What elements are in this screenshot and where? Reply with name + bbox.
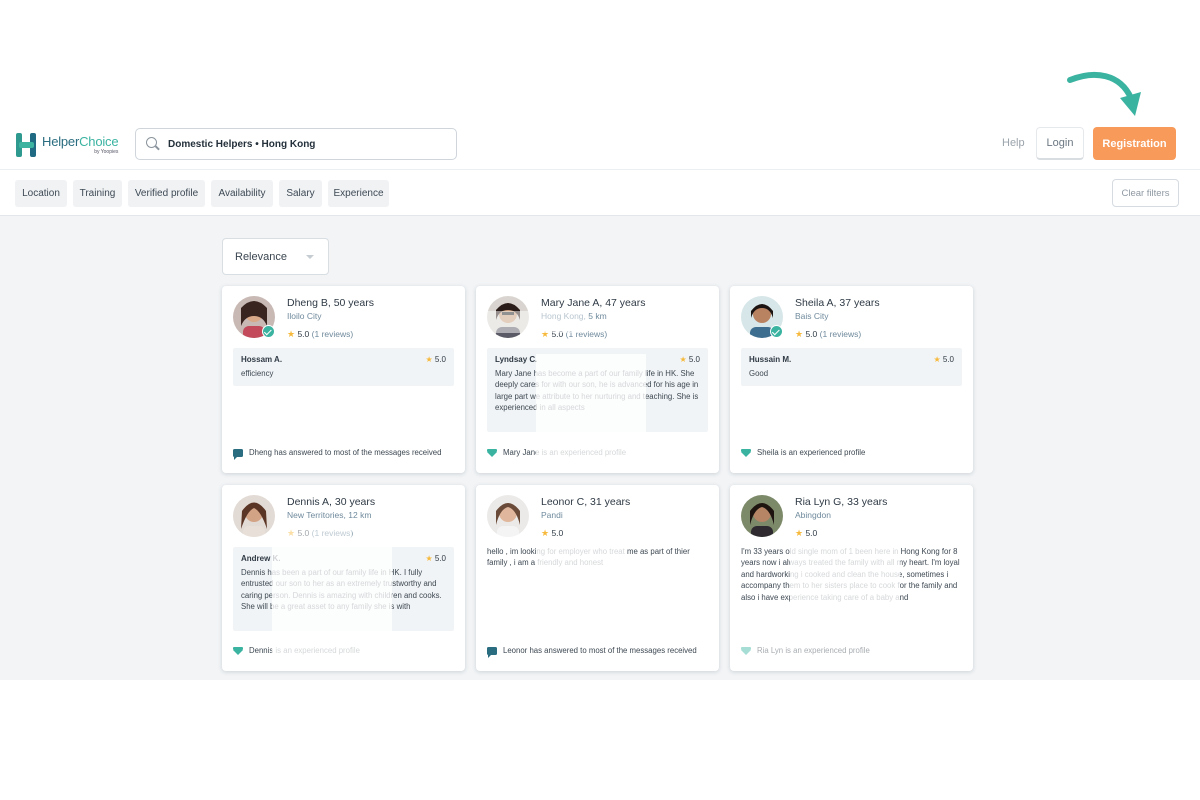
filter-chip-training[interactable]: Training (73, 180, 122, 207)
helper-rating: ★ 5.0 (795, 528, 818, 538)
logo-byline: by Yoopies (94, 149, 119, 155)
review-score: ★ 5.0 (425, 355, 446, 364)
top-header: HelperChoice by Yoopies Domestic Helpers… (0, 118, 1200, 170)
helper-card[interactable]: Dheng B, 50 years Iloilo City ★ 5.0 (1 r… (222, 286, 465, 473)
logo-wordmark: HelperChoice (42, 134, 119, 149)
helper-name[interactable]: Dheng B, 50 years (287, 297, 374, 309)
search-input[interactable]: Domestic Helpers • Hong Kong (135, 128, 457, 160)
review-score: ★ 5.0 (933, 355, 954, 364)
registration-button[interactable]: Registration (1093, 127, 1176, 160)
helper-card[interactable]: Sheila A, 37 years Bais City ★ 5.0 (1 re… (730, 286, 973, 473)
helper-location: Iloilo City (287, 311, 322, 321)
filter-chip-availability[interactable]: Availability (211, 180, 273, 207)
helper-card[interactable]: Leonor C, 31 years Pandi ★ 5.0 hello , i… (476, 485, 719, 671)
card-footer: Mary Jane is an experienced profile (487, 448, 626, 457)
chat-icon (233, 448, 243, 460)
card-footer: Ria Lyn is an experienced profile (741, 646, 870, 655)
star-icon: ★ (679, 355, 687, 364)
helper-rating: ★ 5.0 (1 reviews) (795, 329, 862, 339)
card-footer: Leonor has answered to most of the messa… (487, 646, 697, 658)
star-icon: ★ (425, 355, 433, 364)
star-icon: ★ (425, 554, 433, 563)
star-icon: ★ (795, 528, 804, 538)
helper-about: I'm 33 years old single mom of 1 been he… (741, 547, 960, 602)
arrow-annotation-icon (1067, 71, 1141, 116)
review-author: Lyndsay C. (495, 355, 538, 364)
helper-card[interactable]: Dennis A, 30 years New Territories, 12 k… (222, 485, 465, 671)
filter-chip-verified-profile[interactable]: Verified profile (128, 180, 205, 207)
search-icon (146, 137, 160, 151)
review-text: efficiency (241, 369, 274, 378)
review-box: Lyndsay C. ★ 5.0 Mary Jane has become a … (487, 348, 708, 432)
helper-location: Pandi (541, 510, 563, 520)
card-footer: Dennis is an experienced profile (233, 646, 360, 655)
review-box: Hussain M. ★ 5.0 Good (741, 348, 962, 386)
avatar (233, 495, 275, 537)
results-area: Relevance Dheng B, 50 years Iloilo City … (0, 216, 1200, 680)
star-icon: ★ (795, 329, 804, 339)
star-icon: ★ (287, 329, 296, 339)
sort-select[interactable]: Relevance (222, 238, 329, 275)
search-value: Domestic Helpers • Hong Kong (168, 138, 316, 150)
card-footer: Sheila is an experienced profile (741, 448, 865, 457)
avatar (741, 495, 783, 537)
diamond-icon (741, 646, 751, 655)
review-text: Mary Jane has become a part of our famil… (495, 369, 699, 413)
filter-chip-location[interactable]: Location (15, 180, 67, 207)
review-author: Andrew K. (241, 554, 281, 563)
star-icon: ★ (287, 528, 296, 538)
chevron-down-icon (306, 255, 314, 259)
helper-rating: ★ 5.0 (1 reviews) (287, 329, 354, 339)
review-score: ★ 5.0 (679, 355, 700, 364)
diamond-icon (487, 448, 497, 457)
helper-card[interactable]: Ria Lyn G, 33 years Abingdon ★ 5.0 I'm 3… (730, 485, 973, 671)
logo-mark-icon (15, 132, 39, 158)
review-score: ★ 5.0 (425, 554, 446, 563)
avatar (487, 296, 529, 338)
review-author: Hussain M. (749, 355, 792, 364)
chat-icon (487, 646, 497, 658)
blur-overlay (476, 585, 719, 647)
diamond-icon (233, 646, 243, 655)
verified-badge-icon (262, 325, 275, 338)
filter-chip-salary[interactable]: Salary (279, 180, 322, 207)
avatar (487, 495, 529, 537)
helper-location: Bais City (795, 311, 829, 321)
helper-rating: ★ 5.0 (541, 528, 564, 538)
helper-name[interactable]: Ria Lyn G, 33 years (795, 496, 887, 508)
diamond-icon (741, 448, 751, 457)
helper-name[interactable]: Mary Jane A, 47 years (541, 297, 645, 309)
sort-value: Relevance (235, 250, 287, 263)
filter-bar: Location Training Verified profile Avail… (0, 170, 1200, 216)
review-box: Hossam A. ★ 5.0 efficiency (233, 348, 454, 386)
helper-name[interactable]: Sheila A, 37 years (795, 297, 880, 309)
brand-logo[interactable]: HelperChoice by Yoopies (15, 132, 119, 158)
star-icon: ★ (541, 528, 550, 538)
helper-name[interactable]: Leonor C, 31 years (541, 496, 630, 508)
helper-location: Hong Kong, 5 km (541, 311, 607, 321)
help-link[interactable]: Help (1002, 137, 1025, 149)
review-box: Andrew K. ★ 5.0 Dennis has been a part o… (233, 547, 454, 631)
helper-rating: ★ 5.0 (1 reviews) (287, 528, 354, 538)
helper-rating: ★ 5.0 (1 reviews) (541, 329, 608, 339)
helper-card[interactable]: Mary Jane A, 47 years Hong Kong, 5 km ★ … (476, 286, 719, 473)
review-author: Hossam A. (241, 355, 283, 364)
helper-location: Abingdon (795, 510, 831, 520)
login-button[interactable]: Login (1036, 127, 1084, 160)
helper-name[interactable]: Dennis A, 30 years (287, 496, 375, 508)
star-icon: ★ (933, 355, 941, 364)
card-footer: Dheng has answered to most of the messag… (233, 448, 441, 460)
helper-location: New Territories, 12 km (287, 510, 372, 520)
clear-filters-button[interactable]: Clear filters (1112, 179, 1179, 207)
page: HelperChoice by Yoopies Domestic Helpers… (0, 0, 1200, 800)
star-icon: ★ (541, 329, 550, 339)
helper-about: hello , im looking for employer who trea… (487, 547, 690, 568)
verified-badge-icon (770, 325, 783, 338)
review-text: Good (749, 369, 769, 378)
filter-chip-experience[interactable]: Experience (328, 180, 389, 207)
review-text: Dennis has been a part of our family lif… (241, 568, 442, 612)
